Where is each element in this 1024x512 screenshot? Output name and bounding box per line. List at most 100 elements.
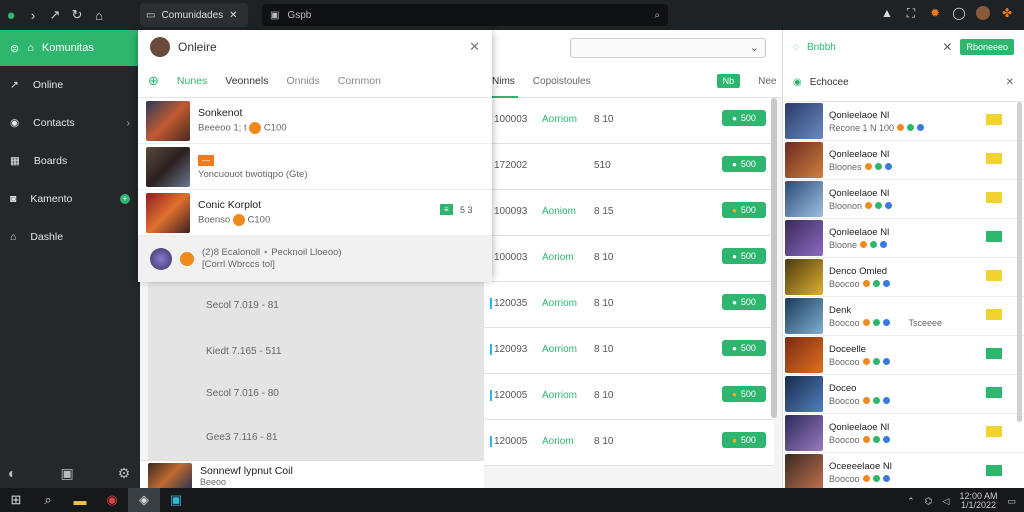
table-row[interactable]: 100093 Aoniom 8 15 ● 500 (484, 190, 774, 236)
table-row[interactable]: 120093 Aorriom 8 10 ● 500 (484, 328, 774, 374)
browser-icon[interactable]: ◉ (96, 488, 128, 512)
shield-icon[interactable]: ◯ (952, 6, 966, 21)
item-title: Doceelle (829, 343, 866, 355)
reload-icon[interactable]: ↻ (66, 7, 88, 23)
avatar[interactable] (150, 37, 170, 57)
item-tail: C100 (247, 214, 271, 226)
search-icon[interactable]: ⌕ (654, 10, 660, 21)
table-row[interactable]: 172002 510 ● 500 (484, 144, 774, 190)
chevron-up-icon[interactable]: ⌃ (907, 496, 915, 507)
folder-icon[interactable]: ▬ (64, 488, 96, 512)
tab-close-icon[interactable]: ✕ (229, 10, 237, 21)
expand-icon[interactable]: ↗ (44, 7, 66, 23)
tab-copoistoules[interactable]: Copoistoules (533, 76, 591, 87)
list-item[interactable]: Conic Korplot Boenso C100 ≡ 5 3 (138, 190, 492, 236)
list-item[interactable]: Qonleelaoe Nl Recone 1 N 100 (783, 102, 1024, 141)
list-item[interactable]: Qonleelaoe Nl Boocoo (783, 414, 1024, 453)
table-row[interactable]: 120035 Aorriom 8 10 ● 500 (484, 282, 774, 328)
filter-select[interactable]: ⌄ (570, 38, 766, 58)
list-item[interactable]: Qonleelaoe Nl Bloones (783, 141, 1024, 180)
scrollbar[interactable] (771, 98, 777, 418)
list-item[interactable]: Doceo Boocoo (783, 375, 1024, 414)
list-item[interactable]: Qonleelaoe Nl Bloonon (783, 180, 1024, 219)
close-icon[interactable]: ✕ (1006, 77, 1014, 88)
nee-button[interactable]: Nee (758, 76, 776, 87)
list-item[interactable]: Gee3 7.116 - 81 (206, 432, 278, 443)
app2-icon[interactable]: ▣ (160, 488, 192, 512)
green-dot-icon (875, 202, 883, 209)
status-badge (986, 387, 1002, 398)
tab-onnids[interactable]: Onnids (286, 75, 319, 87)
table-row[interactable]: 120005 Aoriom 8 10 ● 500 (484, 420, 774, 466)
row-number: 8 10 (594, 436, 614, 447)
sidebar-item-dashle[interactable]: ⌂ Dashle (0, 218, 140, 256)
clock[interactable]: 12:00 AM 1/1/2022 (959, 492, 997, 510)
list-item[interactable]: Sonkenot Beeeoo 1; t C100 (138, 98, 492, 144)
screenshot-icon[interactable]: ⛶ (904, 6, 918, 21)
browser-tab[interactable]: ▭ Comunidades ✕ (140, 3, 248, 27)
price-button[interactable]: ● 500 (722, 110, 766, 126)
list-item[interactable]: Denco Omled Boocoo (783, 258, 1024, 297)
price-button[interactable]: ● 500 (722, 386, 766, 402)
notification-dropdown: Onleire ✕ ⊕ Nunes Veonnels Onnids Cornmo… (138, 30, 492, 282)
tab-nims[interactable]: Nims (492, 76, 515, 87)
table-row[interactable]: 100003 Aoriom 8 10 ● 500 (484, 236, 774, 282)
list-item[interactable]: Qonleelaoe Nl Bloone (783, 219, 1024, 258)
price-button[interactable]: ● 500 (722, 294, 766, 310)
list-item[interactable]: Kiedt 7.165 - 511 (206, 346, 281, 357)
bottom-list-item[interactable]: Sonnewf lypnut Coil Beeoo (140, 460, 484, 489)
browser-logo-icon[interactable]: ● (0, 7, 22, 24)
tab-cornmon[interactable]: Cornmon (338, 75, 381, 87)
row-number: 8 10 (594, 114, 614, 125)
globe-icon[interactable]: ◐ (8, 465, 16, 482)
scrollbar[interactable] (1017, 102, 1022, 422)
notifications-icon[interactable]: ▭ (1007, 496, 1016, 507)
gear-icon[interactable]: ⚙ (118, 465, 131, 482)
avatar[interactable] (976, 6, 990, 20)
sidebar-item-contacts[interactable]: ◉ Contacts › (0, 104, 140, 142)
clock-date: 1/1/2022 (960, 500, 996, 510)
forward-icon[interactable]: › (22, 8, 44, 23)
avatar (150, 247, 172, 270)
list-item[interactable]: Oceeeelaoe Nl Boocoo (783, 453, 1024, 492)
search-icon[interactable]: ⌕ (32, 488, 64, 512)
close-icon[interactable]: ✕ (942, 40, 952, 54)
price-button[interactable]: ● 500 (722, 156, 766, 172)
action-button[interactable]: Rboneeeo (960, 39, 1014, 55)
refresh-icon[interactable]: ◌ (793, 42, 799, 53)
list-item[interactable]: Doceelle Boocoo (783, 336, 1024, 375)
sidebar-item-boards[interactable]: ▦ Boards (0, 142, 140, 180)
alert-icon[interactable]: ▲ (880, 6, 894, 21)
network-icon[interactable]: ⌬ (925, 496, 933, 507)
tab-veonnels[interactable]: Veonnels (225, 75, 268, 87)
list-item[interactable]: Secol 7.016 - 80 (206, 388, 279, 399)
start-icon[interactable]: ⊞ (0, 488, 32, 512)
list-item[interactable]: Secol 7.019 - 81 (206, 300, 279, 311)
tab-nunes[interactable]: Nunes (177, 75, 207, 87)
fire-icon[interactable]: ✹ (928, 6, 942, 21)
image-icon[interactable]: ▣ (60, 465, 73, 482)
sidebar-header[interactable]: ⊜ ⌂ Komunitas (0, 30, 140, 66)
extension-icon[interactable]: ✤ (1000, 6, 1014, 21)
address-bar[interactable]: ▣ Gspb ⌕ (262, 4, 668, 26)
price-button[interactable]: ● 500 (722, 248, 766, 264)
price-button[interactable]: ● 500 (722, 340, 766, 356)
price-button[interactable]: ● 500 (722, 432, 766, 448)
item-sub: Beeoo (200, 477, 227, 487)
app-icon[interactable]: ◈ (128, 488, 160, 512)
blue-dot-icon (917, 124, 925, 131)
sidebar-item-online[interactable]: ↗ Online (0, 66, 140, 104)
home-icon[interactable]: ⌂ (88, 8, 110, 23)
table-row[interactable]: 100003 Aorriom 8 10 ● 500 (484, 98, 774, 144)
volume-icon[interactable]: ◁ (943, 496, 950, 507)
list-item[interactable]: (2)8 Ecalonoll ⋆ Pecknoil Lloeoo) [Corrl… (138, 236, 492, 282)
green-dot-icon (874, 163, 882, 170)
table-row[interactable]: 120005 Aorriom 8 10 ● 500 (484, 374, 774, 420)
list-item[interactable]: — Yoncuouot bwotiqpo (Gte) (138, 144, 492, 190)
price-button[interactable]: ● 500 (722, 202, 766, 218)
sidebar-item-kamento[interactable]: ◙ Kamento + (0, 180, 140, 218)
close-icon[interactable]: ✕ (469, 39, 480, 55)
nb-button[interactable]: Nb (716, 74, 741, 88)
list-item[interactable]: Denk Boocoo Tsceeee (783, 297, 1024, 336)
coin-icon (249, 122, 262, 134)
